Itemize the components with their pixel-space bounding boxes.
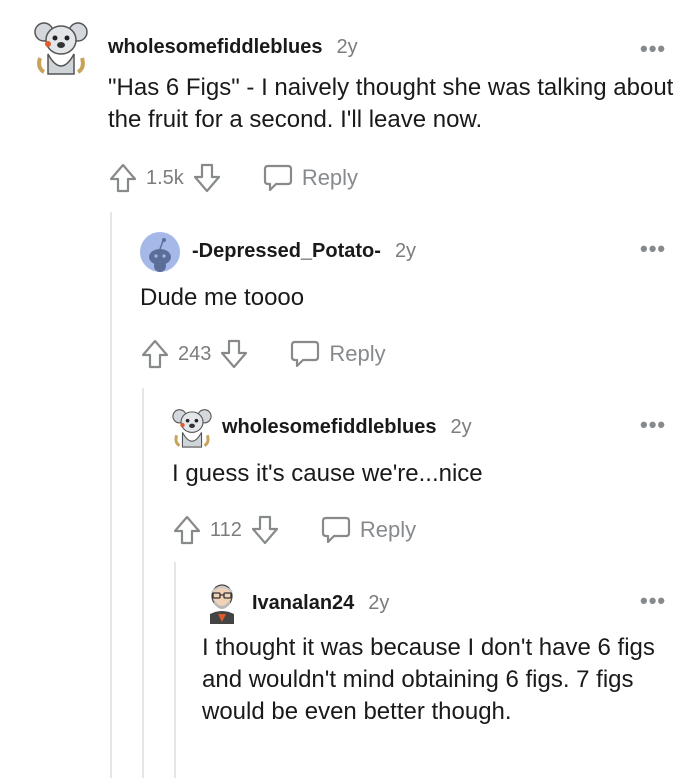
downvote-icon[interactable] (192, 162, 222, 194)
koala-avatar-icon (172, 409, 212, 448)
vote-count: 243 (178, 342, 212, 365)
reply-button[interactable]: Reply (320, 515, 416, 545)
comment-age: 2y (336, 36, 358, 58)
thread-line-level-1 (110, 212, 112, 778)
reply-button[interactable]: Reply (289, 339, 386, 369)
username[interactable]: wholesomefiddleblues (222, 416, 436, 439)
snoo-default-avatar-icon (140, 232, 180, 272)
more-options-button[interactable]: ••• (640, 412, 666, 438)
avatar[interactable] (172, 406, 212, 450)
comment-text: I thought it was because I don't have 6 … (202, 634, 662, 725)
koala-avatar-icon (34, 22, 88, 75)
comment-bubble-icon (262, 163, 294, 193)
upvote-icon[interactable] (172, 514, 202, 546)
avatar[interactable] (204, 584, 240, 624)
reply-label: Reply (359, 517, 417, 542)
comment-age: 2y (368, 592, 390, 614)
username[interactable]: wholesomefiddleblues (108, 36, 322, 59)
comment-text: "Has 6 Figs" - I naively thought she was… (108, 74, 681, 133)
thread-line-level-3 (174, 562, 176, 778)
upvote-icon[interactable] (140, 338, 170, 370)
comment-bubble-icon (320, 515, 352, 545)
avatar[interactable] (34, 18, 88, 78)
vote-count: 1.5k (146, 166, 184, 189)
comment-age: 2y (394, 240, 417, 262)
more-options-button[interactable]: ••• (640, 236, 666, 262)
comment-text: Dude me toooo (140, 284, 305, 311)
username[interactable]: -Depressed_Potato- (192, 240, 381, 263)
thread-line-level-2 (142, 388, 144, 778)
reply-label: Reply (329, 341, 386, 366)
username[interactable]: Ivanalan24 (252, 592, 354, 615)
comment-age: 2y (450, 416, 472, 438)
avatar[interactable] (140, 232, 180, 272)
reply-label: Reply (301, 165, 359, 190)
more-options-button[interactable]: ••• (640, 36, 666, 62)
downvote-icon[interactable] (219, 338, 249, 370)
comment-bubble-icon (289, 339, 321, 369)
downvote-icon[interactable] (250, 514, 280, 546)
more-options-button[interactable]: ••• (640, 588, 666, 614)
reply-button[interactable]: Reply (262, 163, 358, 193)
vote-count: 112 (210, 518, 242, 541)
bald-man-glasses-avatar-icon (210, 584, 234, 624)
upvote-icon[interactable] (108, 162, 138, 194)
comment-text: I guess it's cause we're...nice (172, 460, 483, 487)
